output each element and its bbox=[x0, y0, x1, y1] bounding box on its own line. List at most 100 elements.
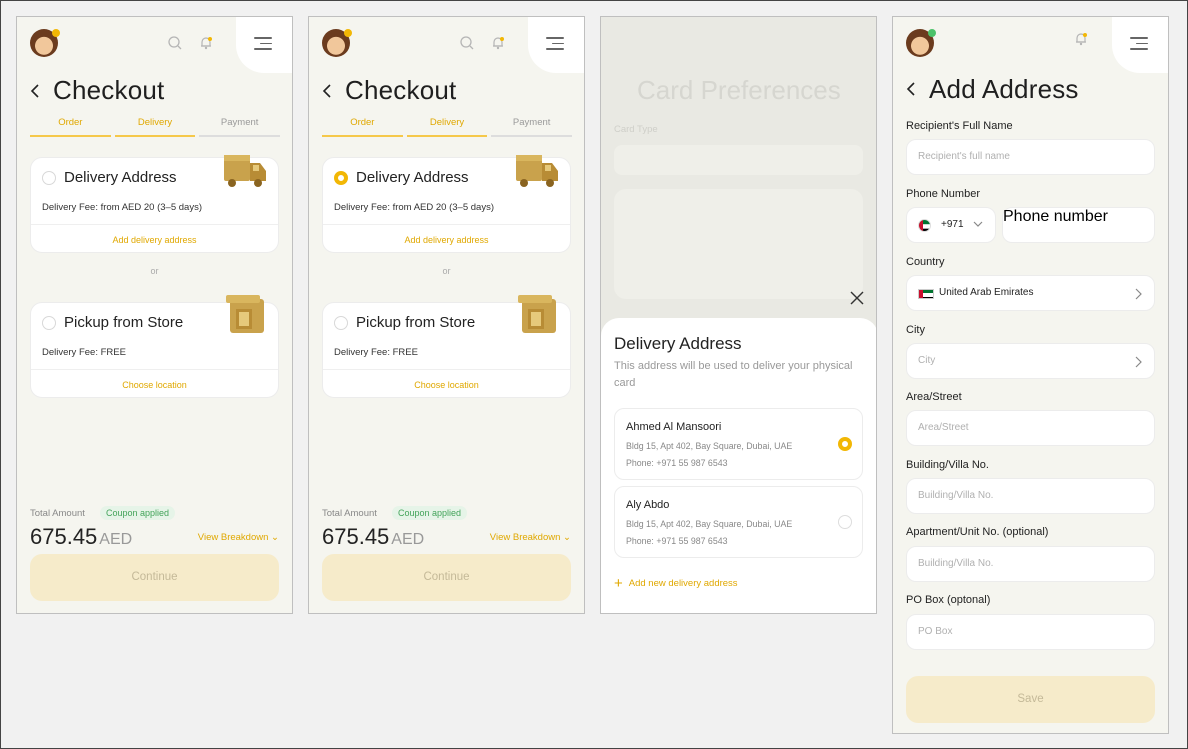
pickup-fee: Delivery Fee: FREE bbox=[42, 347, 126, 358]
uae-flag-icon bbox=[918, 219, 931, 232]
apartment-field[interactable]: Building/Villa No. bbox=[906, 546, 1155, 582]
page-title: Checkout bbox=[53, 75, 165, 105]
delivery-fee: Delivery Fee: from AED 20 (3–5 days) bbox=[334, 202, 494, 213]
avatar[interactable] bbox=[906, 29, 936, 57]
menu-icon[interactable] bbox=[546, 37, 564, 50]
step-payment[interactable]: Payment bbox=[491, 117, 573, 137]
background-card bbox=[614, 189, 863, 299]
country-select[interactable]: United Arab Emirates bbox=[906, 275, 1155, 311]
delivery-address-sheet: Delivery Address This address will be us… bbox=[601, 318, 876, 613]
total-amount: 675.45 AED bbox=[322, 524, 424, 550]
avatar[interactable] bbox=[30, 29, 60, 57]
avatar[interactable] bbox=[322, 29, 352, 57]
menu-tab[interactable] bbox=[236, 17, 292, 73]
country-code: +971 bbox=[941, 219, 964, 230]
step-delivery[interactable]: Delivery bbox=[114, 117, 196, 137]
store-icon bbox=[226, 295, 264, 333]
delivery-address-option[interactable]: Delivery Address Delivery Fee: from AED … bbox=[30, 155, 279, 253]
divider bbox=[31, 224, 278, 225]
delivery-radio[interactable] bbox=[42, 171, 56, 185]
choose-location-link[interactable]: Choose location bbox=[323, 380, 570, 390]
delivery-option-title: Delivery Address bbox=[356, 169, 469, 186]
uae-flag-icon bbox=[918, 289, 934, 299]
stepper: Order Delivery Payment bbox=[322, 117, 573, 137]
background-title: Card Preferences bbox=[637, 75, 841, 105]
amount-value: 675.45 bbox=[30, 524, 98, 549]
back-arrow-icon[interactable] bbox=[905, 81, 919, 97]
address-line: Bldg 15, Apt 402, Bay Square, Dubai, UAE bbox=[626, 441, 793, 451]
street-label: Area/Street bbox=[906, 391, 962, 403]
address-option[interactable]: Ahmed Al Mansoori Bldg 15, Apt 402, Bay … bbox=[614, 408, 863, 480]
address-radio-selected[interactable] bbox=[838, 437, 852, 451]
step-order[interactable]: Order bbox=[322, 117, 403, 137]
search-icon[interactable] bbox=[459, 35, 475, 51]
add-new-address-link[interactable]: + Add new delivery address bbox=[614, 575, 738, 592]
view-breakdown-link[interactable]: View Breakdown ⌄ bbox=[198, 532, 279, 543]
pickup-radio[interactable] bbox=[42, 316, 56, 330]
city-select[interactable]: City bbox=[906, 343, 1155, 379]
search-icon[interactable] bbox=[167, 35, 183, 51]
total-amount-label: Total Amount bbox=[322, 508, 377, 519]
back-arrow-icon[interactable] bbox=[29, 83, 43, 99]
menu-tab[interactable] bbox=[528, 17, 584, 73]
pickup-option-title: Pickup from Store bbox=[356, 314, 476, 331]
phone-number-field[interactable]: Phone number bbox=[1002, 207, 1155, 243]
country-label: Country bbox=[906, 256, 945, 268]
or-separator: or bbox=[442, 266, 451, 276]
divider bbox=[323, 224, 570, 225]
add-delivery-address-link[interactable]: Add delivery address bbox=[31, 235, 278, 245]
pobox-field[interactable]: PO Box bbox=[906, 614, 1155, 650]
phone-placeholder: Phone number bbox=[1003, 208, 1108, 225]
step-payment[interactable]: Payment bbox=[199, 117, 281, 137]
continue-button[interactable]: Continue bbox=[322, 554, 571, 601]
store-icon bbox=[518, 295, 556, 333]
street-field[interactable]: Area/Street bbox=[906, 410, 1155, 446]
street-placeholder: Area/Street bbox=[918, 422, 969, 433]
divider bbox=[31, 369, 278, 370]
save-button[interactable]: Save bbox=[906, 676, 1155, 723]
chevron-right-icon bbox=[1135, 288, 1142, 300]
delivery-fee: Delivery Fee: from AED 20 (3–5 days) bbox=[42, 202, 202, 213]
country-code-select[interactable]: +971 bbox=[906, 207, 996, 243]
address-radio[interactable] bbox=[838, 515, 852, 529]
plus-icon: + bbox=[614, 575, 623, 592]
pickup-option-title: Pickup from Store bbox=[64, 314, 184, 331]
view-breakdown-link[interactable]: View Breakdown ⌄ bbox=[490, 532, 571, 543]
page-title: Add Address bbox=[929, 74, 1079, 104]
apartment-placeholder: Building/Villa No. bbox=[918, 558, 994, 569]
phone-label: Phone Number bbox=[906, 188, 980, 200]
address-option[interactable]: Aly Abdo Bldg 15, Apt 402, Bay Square, D… bbox=[614, 486, 863, 558]
bell-icon[interactable] bbox=[1073, 31, 1089, 47]
choose-location-link[interactable]: Choose location bbox=[31, 380, 278, 390]
step-delivery[interactable]: Delivery bbox=[406, 117, 488, 137]
background-label: Card Type bbox=[614, 124, 658, 135]
continue-button[interactable]: Continue bbox=[30, 554, 279, 601]
sheet-title: Delivery Address bbox=[614, 334, 742, 353]
amount-value: 675.45 bbox=[322, 524, 390, 549]
bell-icon[interactable] bbox=[490, 35, 506, 51]
currency: AED bbox=[99, 531, 133, 548]
chevron-down-icon: ⌄ bbox=[271, 532, 279, 543]
background-field bbox=[614, 145, 863, 175]
step-order[interactable]: Order bbox=[30, 117, 111, 137]
delivery-radio-selected[interactable] bbox=[334, 171, 348, 185]
close-icon[interactable] bbox=[850, 291, 864, 305]
address-line: Bldg 15, Apt 402, Bay Square, Dubai, UAE bbox=[626, 519, 793, 529]
delivery-address-option[interactable]: Delivery Address Delivery Fee: from AED … bbox=[322, 155, 571, 253]
menu-tab[interactable] bbox=[1112, 17, 1168, 73]
recipient-placeholder: Recipient's full name bbox=[918, 151, 1010, 162]
checkout-screen-2: Checkout Order Delivery Payment Delivery… bbox=[308, 16, 585, 614]
recipient-label: Recipient's Full Name bbox=[906, 120, 1013, 132]
chevron-down-icon bbox=[973, 221, 983, 227]
back-arrow-icon[interactable] bbox=[321, 83, 335, 99]
pickup-store-option[interactable]: Pickup from Store Delivery Fee: FREE Cho… bbox=[322, 295, 571, 398]
pickup-radio[interactable] bbox=[334, 316, 348, 330]
address-phone: Phone: +971 55 987 6543 bbox=[626, 536, 728, 546]
add-delivery-address-link[interactable]: Add delivery address bbox=[323, 235, 570, 245]
building-field[interactable]: Building/Villa No. bbox=[906, 478, 1155, 514]
recipient-name-field[interactable]: Recipient's full name bbox=[906, 139, 1155, 175]
menu-icon[interactable] bbox=[1130, 37, 1148, 50]
pickup-store-option[interactable]: Pickup from Store Delivery Fee: FREE Cho… bbox=[30, 295, 279, 398]
menu-icon[interactable] bbox=[254, 37, 272, 50]
bell-icon[interactable] bbox=[198, 35, 214, 51]
